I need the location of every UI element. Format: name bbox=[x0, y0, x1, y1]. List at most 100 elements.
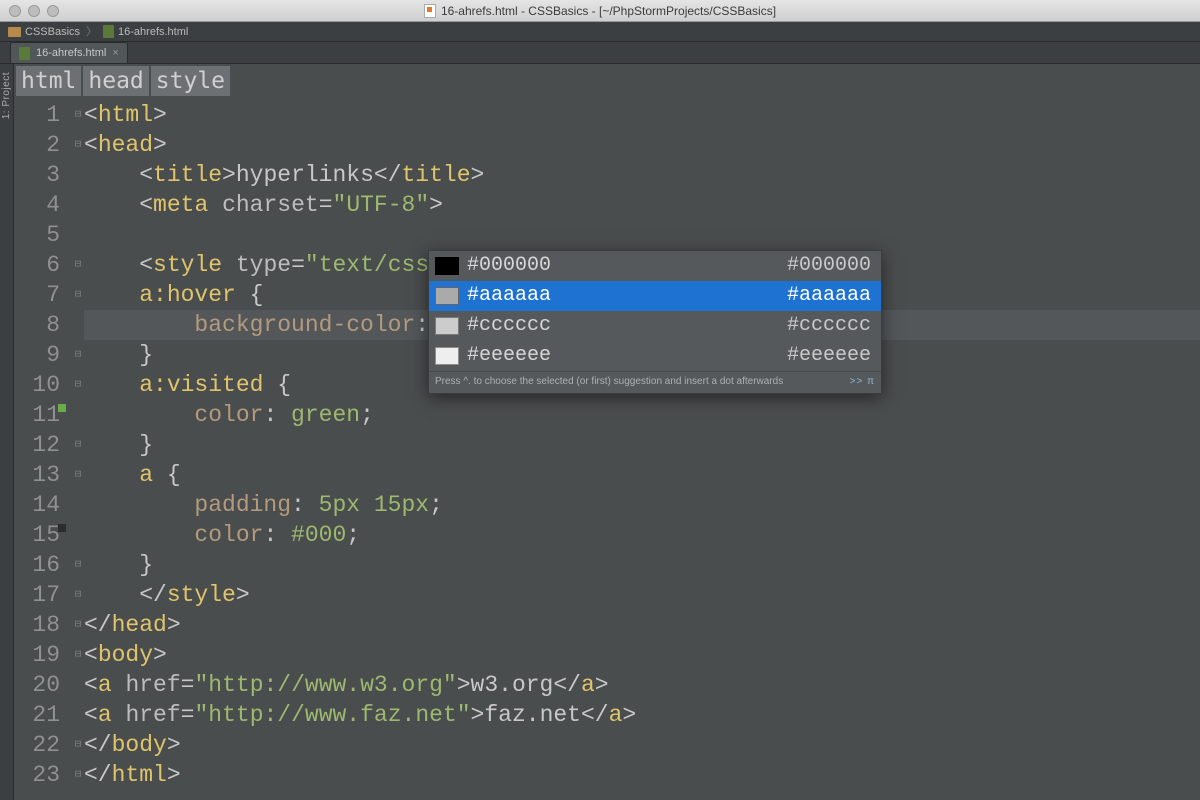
breadcrumb-project-label: CSSBasics bbox=[25, 22, 80, 42]
editor-tab-bar: 16-ahrefs.html × bbox=[0, 42, 1200, 64]
line-number: 6 bbox=[14, 250, 60, 280]
color-swatch bbox=[435, 257, 459, 275]
autocomplete-item-label: #aaaaaa bbox=[467, 281, 787, 311]
autocomplete-popup[interactable]: #000000 #000000 #aaaaaa #aaaaaa #cccccc … bbox=[428, 250, 882, 394]
tag-crumb-head[interactable]: head bbox=[83, 66, 148, 96]
line-number: 3 bbox=[14, 160, 60, 190]
breadcrumb-file-label: 16-ahrefs.html bbox=[118, 22, 188, 42]
tag-crumb-html[interactable]: html bbox=[16, 66, 81, 96]
zoom-window-button[interactable] bbox=[47, 5, 59, 17]
autocomplete-item-label: #eeeeee bbox=[467, 341, 787, 371]
autocomplete-item-label: #cccccc bbox=[467, 311, 787, 341]
line-number-gutter: 1 2 3 4 5 6 7 8 9 10 11 12 13 14 15 16 1… bbox=[14, 100, 72, 790]
fold-toggle[interactable]: ⊟ bbox=[72, 760, 84, 790]
autocomplete-item[interactable]: #000000 #000000 bbox=[429, 251, 881, 281]
code-line: </html> bbox=[84, 760, 1200, 790]
editor-tab[interactable]: 16-ahrefs.html × bbox=[10, 42, 128, 63]
folder-icon bbox=[8, 27, 21, 37]
fold-toggle[interactable]: ⊟ bbox=[72, 100, 84, 130]
line-number: 9 bbox=[14, 340, 60, 370]
file-icon bbox=[19, 47, 30, 60]
navigation-breadcrumb: CSSBasics 〉 16-ahrefs.html bbox=[0, 22, 1200, 42]
fold-toggle[interactable]: ⊟ bbox=[72, 340, 84, 370]
autocomplete-item[interactable]: #eeeeee #eeeeee bbox=[429, 341, 881, 371]
editor[interactable]: 1 2 3 4 5 6 7 8 9 10 11 12 13 14 15 16 1… bbox=[14, 100, 1200, 800]
fold-toggle[interactable]: ⊟ bbox=[72, 370, 84, 400]
line-number: 4 bbox=[14, 190, 60, 220]
window-controls bbox=[0, 5, 59, 17]
fold-toggle[interactable]: ⊟ bbox=[72, 130, 84, 160]
breadcrumb-project[interactable]: CSSBasics bbox=[8, 22, 80, 42]
autocomplete-item[interactable]: #aaaaaa #aaaaaa bbox=[429, 281, 881, 311]
file-icon bbox=[103, 25, 114, 38]
fold-toggle[interactable]: ⊟ bbox=[72, 460, 84, 490]
fold-toggle[interactable]: ⊟ bbox=[72, 550, 84, 580]
gutter-change-marker bbox=[58, 404, 66, 412]
line-number: 12 bbox=[14, 430, 60, 460]
autocomplete-hint-text: Press ^. to choose the selected (or firs… bbox=[435, 375, 783, 389]
line-number: 7 bbox=[14, 280, 60, 310]
line-number: 17 bbox=[14, 580, 60, 610]
autocomplete-item-label: #000000 bbox=[467, 251, 787, 281]
code-line: color: #000; bbox=[84, 520, 1200, 550]
line-number: 8 bbox=[14, 310, 60, 340]
color-swatch bbox=[435, 287, 459, 305]
autocomplete-item-tail: #eeeeee bbox=[787, 341, 871, 371]
line-number: 18 bbox=[14, 610, 60, 640]
breadcrumb-file[interactable]: 16-ahrefs.html bbox=[103, 22, 188, 42]
minimize-window-button[interactable] bbox=[28, 5, 40, 17]
autocomplete-hint-tail: >> π bbox=[850, 375, 875, 389]
code-line: } bbox=[84, 430, 1200, 460]
code-line: <head> bbox=[84, 130, 1200, 160]
line-number: 23 bbox=[14, 760, 60, 790]
line-number: 19 bbox=[14, 640, 60, 670]
line-number: 2 bbox=[14, 130, 60, 160]
tool-window-strip: 1: Project bbox=[0, 64, 14, 800]
autocomplete-item[interactable]: #cccccc #cccccc bbox=[429, 311, 881, 341]
line-number: 10 bbox=[14, 370, 60, 400]
fold-toggle[interactable]: ⊟ bbox=[72, 250, 84, 280]
window-title: 16-ahrefs.html - CSSBasics - [~/PhpStorm… bbox=[0, 0, 1200, 22]
color-swatch bbox=[435, 347, 459, 365]
tag-breadcrumb: html head style bbox=[14, 64, 232, 98]
fold-toggle[interactable]: ⊟ bbox=[72, 280, 84, 310]
line-number: 11 bbox=[14, 400, 60, 430]
line-number: 22 bbox=[14, 730, 60, 760]
line-number: 16 bbox=[14, 550, 60, 580]
window-titlebar: 16-ahrefs.html - CSSBasics - [~/PhpStorm… bbox=[0, 0, 1200, 22]
project-tool-button[interactable]: 1: Project bbox=[1, 72, 12, 119]
code-line bbox=[84, 220, 1200, 250]
code-line: <a href="http://www.w3.org">w3.org</a> bbox=[84, 670, 1200, 700]
code-line: <title>hyperlinks</title> bbox=[84, 160, 1200, 190]
color-swatch bbox=[435, 317, 459, 335]
code-line: <meta charset="UTF-8"> bbox=[84, 190, 1200, 220]
fold-toggle[interactable]: ⊟ bbox=[72, 730, 84, 760]
line-number: 1 bbox=[14, 100, 60, 130]
code-line: </body> bbox=[84, 730, 1200, 760]
breadcrumb-separator: 〉 bbox=[86, 22, 97, 42]
line-number: 13 bbox=[14, 460, 60, 490]
line-number: 5 bbox=[14, 220, 60, 250]
fold-toggle[interactable]: ⊟ bbox=[72, 430, 84, 460]
autocomplete-hint: Press ^. to choose the selected (or firs… bbox=[429, 371, 881, 393]
autocomplete-item-tail: #aaaaaa bbox=[787, 281, 871, 311]
autocomplete-item-tail: #cccccc bbox=[787, 311, 871, 341]
code-line: </style> bbox=[84, 580, 1200, 610]
line-number: 21 bbox=[14, 700, 60, 730]
close-window-button[interactable] bbox=[9, 5, 21, 17]
fold-toggle[interactable]: ⊟ bbox=[72, 610, 84, 640]
code-line: <a href="http://www.faz.net">faz.net</a> bbox=[84, 700, 1200, 730]
window-title-text: 16-ahrefs.html - CSSBasics - [~/PhpStorm… bbox=[441, 0, 776, 22]
line-number: 20 bbox=[14, 670, 60, 700]
gutter-color-swatch bbox=[58, 524, 66, 532]
fold-toggle[interactable]: ⊟ bbox=[72, 580, 84, 610]
fold-toggle[interactable]: ⊟ bbox=[72, 640, 84, 670]
code-line: a { bbox=[84, 460, 1200, 490]
close-icon[interactable]: × bbox=[112, 45, 118, 61]
editor-tab-label: 16-ahrefs.html bbox=[36, 45, 106, 61]
code-area[interactable]: <html> <head> <title>hyperlinks</title> … bbox=[84, 100, 1200, 790]
tag-crumb-style[interactable]: style bbox=[151, 66, 230, 96]
autocomplete-item-tail: #000000 bbox=[787, 251, 871, 281]
code-line: } bbox=[84, 550, 1200, 580]
code-line: padding: 5px 15px; bbox=[84, 490, 1200, 520]
